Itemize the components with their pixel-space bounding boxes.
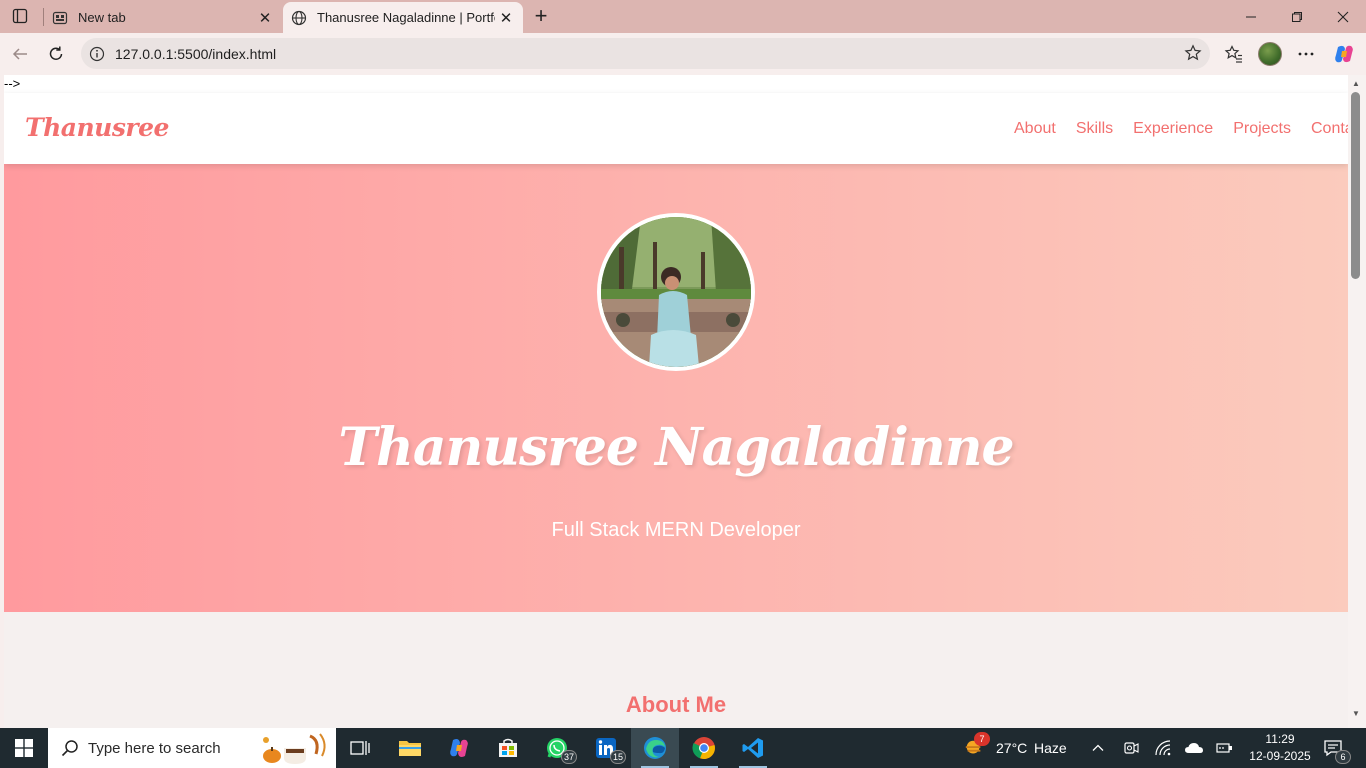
notification-badge: 6 [1335, 750, 1351, 764]
clock-time: 11:29 [1265, 732, 1295, 746]
network-icon[interactable] [1215, 738, 1235, 758]
address-bar[interactable]: 127.0.0.1:5500/index.html [81, 38, 1210, 69]
windows-logo-icon [15, 739, 33, 757]
restore-icon [1292, 11, 1302, 22]
minimize-icon [1246, 16, 1256, 17]
chrome-icon [692, 737, 715, 760]
weather-condition-text[interactable]: Haze [1034, 740, 1067, 756]
edge-icon [644, 737, 666, 759]
vscode-button[interactable] [729, 728, 777, 768]
profile-avatar[interactable] [1258, 42, 1282, 66]
copilot-app-icon [450, 739, 468, 757]
copilot-app-button[interactable] [435, 728, 483, 768]
portfolio-page: --> Thanusree About Skills Experience Pr… [4, 75, 1348, 728]
favorite-star-icon[interactable] [1184, 44, 1202, 67]
nav-link-projects[interactable]: Projects [1233, 120, 1291, 138]
clock-date: 12-09-2025 [1249, 749, 1311, 763]
whatsapp-button[interactable]: 37 [533, 728, 581, 768]
vscode-icon [742, 738, 763, 758]
notifications-button[interactable]: 6 [1323, 738, 1351, 764]
copilot-button[interactable] [1330, 40, 1358, 68]
hero-role: Full Stack MERN Developer [551, 519, 801, 541]
windows-taskbar: Type here to search 37 15 7 27°C Haze 11… [0, 728, 1366, 768]
profile-photo [597, 213, 755, 371]
new-tab-button[interactable]: + [529, 3, 553, 28]
search-icon [60, 738, 80, 758]
chrome-browser-button[interactable] [680, 728, 728, 768]
store-icon [499, 738, 517, 757]
settings-menu-button[interactable] [1292, 40, 1320, 68]
tab-portfolio[interactable]: Thanusree Nagaladinne | Portfolio ✕ [283, 2, 523, 33]
whatsapp-badge: 37 [560, 750, 577, 764]
url-text: 127.0.0.1:5500/index.html [115, 45, 277, 62]
scroll-up-icon[interactable]: ▲ [1352, 79, 1360, 88]
tab-title: New tab [78, 10, 126, 25]
task-view-icon [350, 741, 370, 755]
taskbar-search[interactable]: Type here to search [48, 728, 336, 768]
favorites-list-icon [1224, 45, 1242, 63]
linkedin-button[interactable]: 15 [582, 728, 630, 768]
search-placeholder: Type here to search [88, 739, 221, 757]
scrollbar-thumb[interactable] [1351, 92, 1360, 279]
page-scrollbar[interactable]: ▲ ▼ [1348, 75, 1366, 728]
new-tab-icon [52, 10, 68, 26]
edge-browser-button[interactable] [631, 728, 679, 768]
autumn-search-highlight-icon [263, 733, 326, 764]
start-button[interactable] [0, 728, 48, 768]
wifi-icon[interactable] [1153, 738, 1173, 758]
tab-actions-icon [12, 8, 28, 24]
weather-badge: 7 [974, 732, 990, 746]
linkedin-badge: 15 [609, 750, 626, 764]
nav-link-contact[interactable]: Contact [1311, 120, 1348, 138]
about-section-title: About Me [625, 692, 727, 717]
browser-toolbar: 127.0.0.1:5500/index.html [0, 33, 1366, 75]
stray-comment-text: --> [4, 75, 1348, 93]
tab-title: Thanusree Nagaladinne | Portfolio [317, 10, 495, 25]
minimize-button[interactable] [1228, 0, 1274, 33]
temperature-text[interactable]: 27°C [996, 740, 1027, 756]
meet-now-icon[interactable] [1121, 738, 1141, 758]
folder-icon [399, 741, 421, 756]
hero-name: Thanusree Nagaladinne [338, 417, 1014, 478]
browser-viewport: --> Thanusree About Skills Experience Pr… [0, 75, 1366, 728]
copilot-icon [1335, 45, 1353, 63]
site-logo[interactable]: Thanusree [25, 113, 169, 142]
close-icon [1337, 11, 1349, 22]
site-navbar: Thanusree About Skills Experience Projec… [4, 93, 1348, 164]
close-tab-icon[interactable]: ✕ [254, 7, 276, 29]
tab-actions-button[interactable] [6, 5, 34, 27]
refresh-icon [49, 46, 63, 60]
onedrive-cloud-icon[interactable] [1184, 738, 1204, 758]
favorites-button[interactable] [1220, 40, 1248, 68]
close-tab-icon[interactable]: ✕ [495, 7, 517, 29]
show-hidden-icons-button[interactable] [1088, 738, 1108, 758]
file-explorer-button[interactable] [386, 728, 434, 768]
task-view-button[interactable] [336, 728, 384, 768]
system-clock[interactable]: 11:29 12-09-2025 [1245, 731, 1315, 765]
hero-section: Thanusree Nagaladinne Full Stack MERN De… [4, 164, 1348, 612]
more-options-icon [1298, 52, 1314, 56]
tab-strip: New tab ✕ Thanusree Nagaladinne | Portfo… [0, 0, 1366, 33]
site-info-icon[interactable] [89, 46, 105, 62]
back-arrow-icon [12, 48, 27, 60]
globe-icon [291, 10, 307, 26]
close-window-button[interactable] [1320, 0, 1366, 33]
tab-new-tab[interactable]: New tab ✕ [44, 2, 282, 33]
nav-link-about[interactable]: About [1014, 120, 1056, 138]
nav-link-experience[interactable]: Experience [1133, 120, 1213, 138]
back-button[interactable] [6, 40, 34, 68]
nav-links: About Skills Experience Projects Contact [1014, 120, 1348, 138]
weather-icon[interactable]: 7 [964, 732, 990, 758]
scroll-down-icon[interactable]: ▼ [1352, 709, 1360, 718]
chevron-up-icon [1092, 744, 1104, 751]
nav-link-skills[interactable]: Skills [1076, 120, 1113, 138]
microsoft-store-button[interactable] [484, 728, 532, 768]
restore-button[interactable] [1274, 0, 1320, 33]
refresh-button[interactable] [42, 40, 70, 68]
